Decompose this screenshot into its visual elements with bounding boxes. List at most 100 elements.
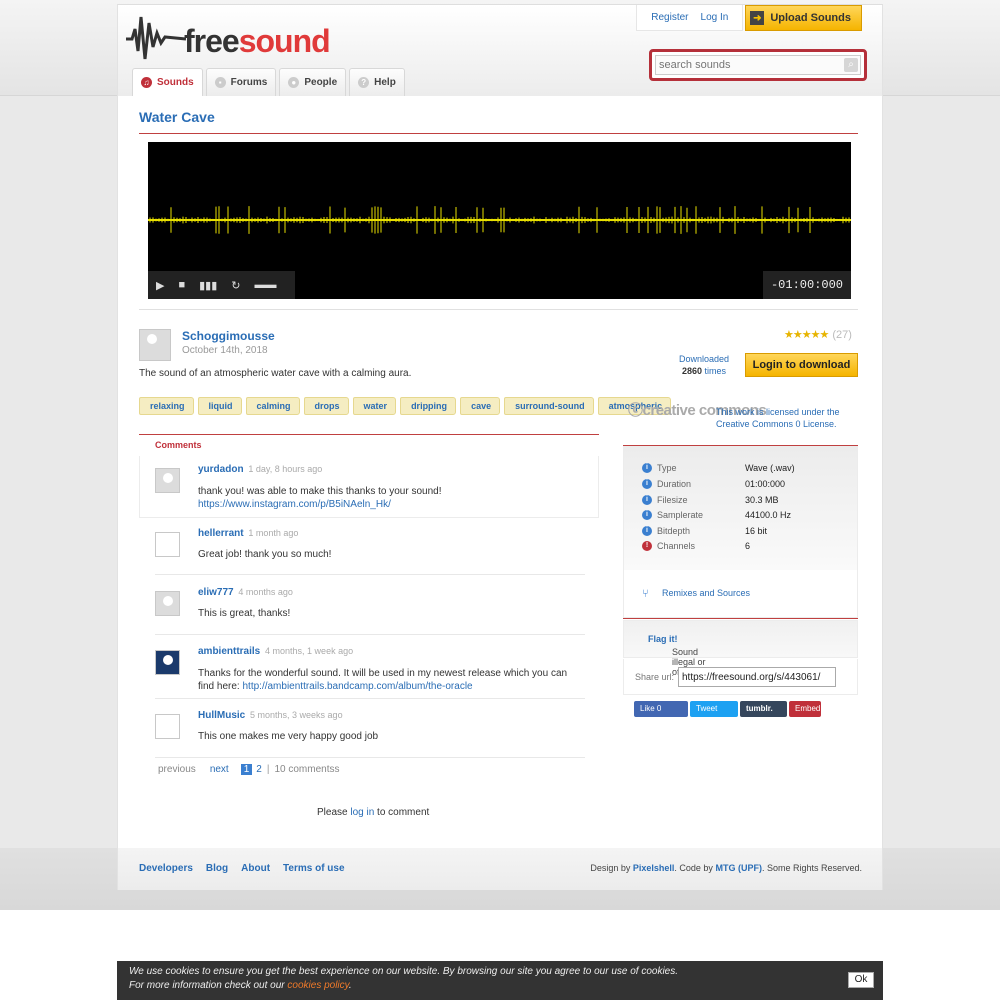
help-icon: ? (358, 77, 370, 88)
warning-icon: ! (642, 541, 652, 551)
avatar[interactable] (155, 714, 180, 739)
tumblr-button[interactable]: tumblr. (740, 701, 787, 717)
cookie-text-pre: For more information check out our (129, 980, 285, 991)
tag[interactable]: drops (303, 397, 349, 415)
login-to-download-button[interactable]: Login to download (745, 353, 858, 377)
volume-icon[interactable]: ▬▬ (255, 279, 277, 291)
time-display: -01:00:000 (762, 271, 851, 299)
comment-author-link[interactable]: ambienttrails (198, 646, 260, 657)
tab-forums[interactable]: ▪ Forums (205, 68, 277, 96)
tag[interactable]: surround-sound (504, 397, 594, 415)
cookie-policy-link[interactable]: cookies policy (287, 980, 349, 991)
comment-text: This one makes me very happy good job (198, 731, 379, 742)
logo-wordmark: freesound (184, 23, 331, 60)
embed-button[interactable]: Embed (789, 701, 821, 717)
people-icon: ● (288, 77, 300, 88)
comment-author-link[interactable]: hellerrant (198, 528, 244, 539)
comment-author-link[interactable]: eliw777 (198, 587, 234, 598)
license-text[interactable]: This work is licensed under the Creative… (716, 406, 856, 430)
comment-author: yurdadon 1 day, 8 hours ago (198, 464, 322, 475)
comment-divider (155, 574, 585, 575)
waveform-player[interactable]: ▶ ■ ▮▮▮ ↻ ▬▬ -01:00:000 (148, 142, 851, 299)
tab-label: Forums (230, 77, 268, 88)
pager-next[interactable]: next (210, 764, 229, 775)
page-title: Water Cave (139, 109, 215, 125)
comment-link[interactable]: http://ambienttrails.bandcamp.com/album/… (242, 681, 472, 692)
waveform-logo-icon (126, 16, 187, 60)
flag-divider (623, 618, 858, 619)
info-key: Type (657, 463, 677, 473)
remixes-section: ⑂ Remixes and Sources (623, 570, 858, 618)
upload-arrow-icon: ➜ (750, 11, 765, 25)
comment-divider (155, 757, 585, 758)
info-key: Samplerate (657, 510, 704, 520)
comments-divider (139, 434, 599, 435)
waveform-toggle-icon[interactable]: ▮▮▮ (199, 279, 217, 292)
comment-link[interactable]: https://www.instagram.com/p/B5iNAeln_Hk/ (198, 499, 391, 510)
flag-it-link[interactable]: Flag it! (648, 634, 678, 644)
uploader-avatar[interactable] (139, 329, 171, 361)
comment-text: This is great, thanks! (198, 608, 291, 619)
comment-author-link[interactable]: HullMusic (198, 710, 245, 721)
info-row-filesize: i Filesize 30.3 MB (642, 495, 779, 505)
tag[interactable]: calming (245, 397, 300, 415)
footer-developers-link[interactable]: Developers (139, 863, 193, 874)
search-input[interactable] (655, 55, 861, 75)
login-to-comment: Please log in to comment (317, 807, 429, 818)
cookie-text-2: For more information check out our cooki… (129, 980, 352, 991)
tweet-button[interactable]: Tweet (690, 701, 738, 717)
login-note-post: to comment (377, 807, 430, 818)
comments-heading: Comments (155, 440, 202, 450)
player-divider (139, 309, 858, 310)
stop-icon[interactable]: ■ (178, 279, 185, 291)
register-link[interactable]: Register (651, 12, 688, 23)
login-link[interactable]: Log In (701, 12, 729, 23)
avatar[interactable] (155, 532, 180, 557)
sound-page: Water Cave ▶ ■ ▮▮▮ ↻ ▬▬ -01:00:000 Schog… (117, 96, 883, 848)
pixelshell-link[interactable]: Pixelshell (633, 863, 675, 873)
facebook-like-button[interactable]: Like 0 (634, 701, 688, 717)
info-icon: i (642, 510, 652, 520)
info-icon: i (642, 479, 652, 489)
comment-text: thank you! was able to make this thanks … (198, 485, 578, 511)
mtg-link[interactable]: MTG (UPF) (715, 863, 762, 873)
comment-author: eliw777 4 months ago (198, 587, 293, 598)
info-key: Duration (657, 479, 692, 489)
rating[interactable]: ★★★★★ (27) (784, 328, 852, 342)
pager-page-2[interactable]: 2 (256, 764, 262, 775)
login-note-pre: Please (317, 807, 348, 818)
avatar[interactable] (155, 650, 180, 675)
tag[interactable]: water (352, 397, 397, 415)
tab-people[interactable]: ● People (279, 68, 347, 96)
tag[interactable]: liquid (197, 397, 242, 415)
sound-info-panel: i Type Wave (.wav) i Duration 01:00:000 i Fil… (623, 446, 858, 570)
comment-divider (155, 698, 585, 699)
remixes-link[interactable]: Remixes and Sources (662, 588, 750, 598)
freesound-logo[interactable]: freesound (126, 9, 331, 63)
footer-blog-link[interactable]: Blog (206, 863, 228, 874)
tag[interactable]: cave (460, 397, 501, 415)
info-value: 16 bit (745, 526, 768, 536)
upload-sounds-button[interactable]: ➜ Upload Sounds (745, 5, 862, 31)
comment-text: Thanks for the wonderful sound. It will … (198, 667, 578, 693)
tag[interactable]: dripping (400, 397, 457, 415)
tab-help[interactable]: ? Help (349, 68, 405, 96)
comment-author-link[interactable]: yurdadon (198, 464, 244, 475)
cookie-ok-button[interactable]: Ok (848, 972, 874, 988)
search-icon[interactable]: ⌕ (844, 58, 858, 72)
footer-about-link[interactable]: About (241, 863, 270, 874)
login-to-comment-link[interactable]: log in (350, 807, 374, 818)
avatar[interactable] (155, 591, 180, 616)
loop-icon[interactable]: ↻ (231, 279, 240, 292)
share-url-input[interactable] (678, 667, 836, 687)
rating-stars-icon[interactable]: ★★★★★ (784, 328, 829, 341)
tab-sounds[interactable]: ♫ Sounds (132, 68, 203, 96)
play-icon[interactable]: ▶ (156, 279, 164, 292)
footer-terms-link[interactable]: Terms of use (283, 863, 345, 874)
avatar[interactable] (155, 468, 180, 493)
credits-post: . Some Rights Reserved. (761, 863, 862, 873)
sound-description: The sound of an atmospheric water cave w… (139, 368, 412, 379)
tag[interactable]: relaxing (139, 397, 194, 415)
uploader-name[interactable]: Schoggimousse (182, 329, 275, 343)
comment-body: thank you! was able to make this thanks … (198, 486, 442, 497)
